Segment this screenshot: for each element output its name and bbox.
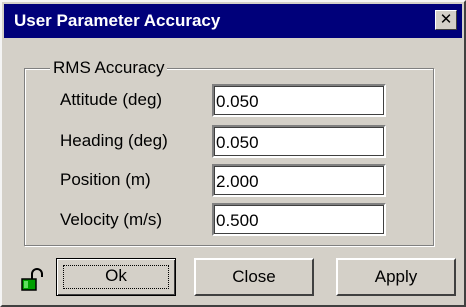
attitude-label: Attitude (deg) [60, 90, 163, 109]
apply-button-label: Apply [374, 267, 418, 286]
close-icon: ✕ [439, 11, 453, 28]
heading-field[interactable]: 0.050 [212, 125, 386, 158]
velocity-label: Velocity (m/s) [60, 210, 163, 229]
groupbox-title: RMS Accuracy [50, 58, 168, 78]
title-bar[interactable]: User Parameter Accuracy ✕ [4, 4, 462, 38]
focus-indicator [63, 265, 169, 289]
position-field[interactable]: 2.000 [212, 164, 386, 197]
position-label: Position (m) [60, 170, 151, 189]
ok-button[interactable]: Ok [56, 258, 176, 296]
unlocked-padlock-icon[interactable] [20, 268, 46, 292]
close-button[interactable]: Close [194, 258, 314, 296]
heading-label: Heading (deg) [60, 131, 168, 150]
velocity-field[interactable]: 0.500 [212, 203, 386, 236]
close-window-button[interactable]: ✕ [435, 10, 457, 30]
window-title: User Parameter Accuracy [14, 11, 221, 30]
attitude-field[interactable]: 0.050 [212, 84, 386, 117]
apply-button[interactable]: Apply [336, 258, 456, 296]
close-button-label: Close [232, 267, 276, 286]
